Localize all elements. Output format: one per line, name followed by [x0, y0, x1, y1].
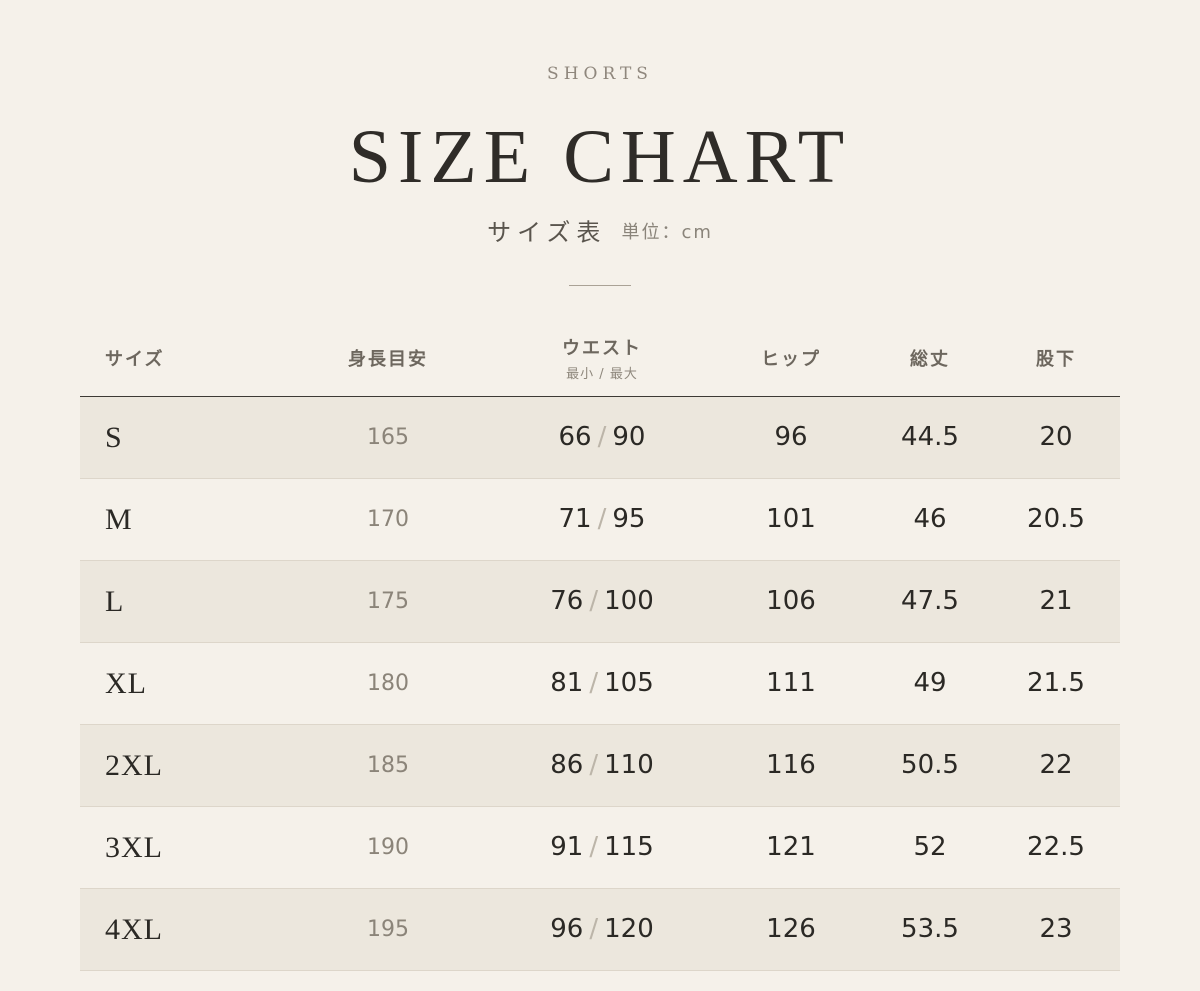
size-cell: 2XL — [105, 749, 163, 782]
column-header-size: サイズ — [105, 320, 164, 396]
waist-cell: 86/110 — [502, 725, 702, 806]
height-cell: 170 — [367, 507, 409, 532]
waist-max: 115 — [604, 832, 654, 862]
table-row: L 175 76/100 106 47.5 21 — [80, 561, 1120, 643]
subtitle-jp: サイズ表 — [487, 218, 607, 247]
waist-separator: / — [589, 586, 599, 616]
column-header-waist-sublabel: 最小 / 最大 — [566, 367, 638, 382]
size-table: サイズ 身長目安 ウエスト 最小 / 最大 ヒップ 総丈 股下 S 165 66… — [80, 320, 1120, 971]
height-cell: 175 — [367, 589, 409, 614]
column-header-inseam-label: 股下 — [1036, 349, 1076, 370]
page-title: SIZE CHART — [348, 115, 852, 199]
size-cell: 3XL — [105, 831, 163, 864]
waist-cell: 76/100 — [502, 561, 702, 642]
table-row: 2XL 185 86/110 116 50.5 22 — [80, 725, 1120, 807]
waist-cell: 81/105 — [502, 643, 702, 724]
category-label: SHORTS — [547, 64, 653, 84]
table-body: S 165 66/90 96 44.5 20 M 170 71/95 101 4… — [80, 397, 1120, 971]
column-header-hip: ヒップ — [731, 320, 851, 396]
length-cell: 53.5 — [901, 914, 959, 944]
height-cell: 190 — [367, 835, 409, 860]
hip-cell: 116 — [766, 750, 816, 780]
title-divider — [569, 285, 631, 286]
subtitle: サイズ表 単位：cm — [0, 214, 1200, 251]
hip-cell: 96 — [774, 422, 808, 452]
table-row: XL 180 81/105 111 49 21.5 — [80, 643, 1120, 725]
inseam-cell: 21.5 — [1027, 668, 1085, 698]
table-row: S 165 66/90 96 44.5 20 — [80, 397, 1120, 479]
height-cell: 180 — [367, 671, 409, 696]
waist-separator: / — [597, 504, 607, 534]
hip-cell: 126 — [766, 914, 816, 944]
column-header-length-label: 総丈 — [910, 349, 950, 370]
waist-cell: 71/95 — [502, 479, 702, 560]
column-header-height: 身長目安 — [328, 320, 448, 396]
column-header-waist-label: ウエスト — [562, 338, 642, 359]
size-cell: L — [105, 585, 125, 618]
inseam-cell: 20 — [1039, 422, 1073, 452]
waist-min: 71 — [558, 504, 592, 534]
waist-max: 110 — [604, 750, 654, 780]
column-header-waist: ウエスト 最小 / 最大 — [502, 320, 702, 396]
waist-max: 95 — [612, 504, 646, 534]
waist-max: 100 — [604, 586, 654, 616]
table-row: M 170 71/95 101 46 20.5 — [80, 479, 1120, 561]
inseam-cell: 20.5 — [1027, 504, 1085, 534]
table-header: サイズ 身長目安 ウエスト 最小 / 最大 ヒップ 総丈 股下 — [80, 320, 1120, 397]
table-row: 4XL 195 96/120 126 53.5 23 — [80, 889, 1120, 971]
length-cell: 50.5 — [901, 750, 959, 780]
waist-cell: 66/90 — [502, 397, 702, 478]
length-cell: 49 — [913, 668, 947, 698]
table-row: 3XL 190 91/115 121 52 22.5 — [80, 807, 1120, 889]
waist-max: 120 — [604, 914, 654, 944]
waist-min: 76 — [550, 586, 584, 616]
length-cell: 47.5 — [901, 586, 959, 616]
waist-separator: / — [589, 668, 599, 698]
height-cell: 185 — [367, 753, 409, 778]
waist-min: 86 — [550, 750, 584, 780]
height-cell: 195 — [367, 917, 409, 942]
inseam-cell: 22 — [1039, 750, 1073, 780]
inseam-cell: 23 — [1039, 914, 1073, 944]
inseam-cell: 21 — [1039, 586, 1073, 616]
column-header-hip-label: ヒップ — [761, 349, 821, 370]
inseam-cell: 22.5 — [1027, 832, 1085, 862]
length-cell: 44.5 — [901, 422, 959, 452]
column-header-inseam: 股下 — [996, 320, 1116, 396]
waist-cell: 91/115 — [502, 807, 702, 888]
waist-max: 105 — [604, 668, 654, 698]
waist-separator: / — [597, 422, 607, 452]
height-cell: 165 — [367, 425, 409, 450]
size-cell: M — [105, 503, 133, 536]
waist-min: 81 — [550, 668, 584, 698]
length-cell: 52 — [913, 832, 947, 862]
hip-cell: 101 — [766, 504, 816, 534]
waist-max: 90 — [612, 422, 646, 452]
waist-min: 91 — [550, 832, 584, 862]
column-header-height-label: 身長目安 — [348, 349, 428, 370]
waist-separator: / — [589, 914, 599, 944]
unit-label: 単位：cm — [621, 221, 713, 243]
size-cell: S — [105, 421, 123, 454]
column-header-size-label: サイズ — [105, 349, 165, 370]
waist-separator: / — [589, 750, 599, 780]
waist-min: 66 — [558, 422, 592, 452]
size-cell: 4XL — [105, 913, 163, 946]
length-cell: 46 — [913, 504, 947, 534]
hip-cell: 111 — [766, 668, 816, 698]
waist-separator: / — [589, 832, 599, 862]
waist-cell: 96/120 — [502, 889, 702, 970]
waist-min: 96 — [550, 914, 584, 944]
size-cell: XL — [105, 667, 147, 700]
hip-cell: 121 — [766, 832, 816, 862]
column-header-length: 総丈 — [870, 320, 990, 396]
hip-cell: 106 — [766, 586, 816, 616]
